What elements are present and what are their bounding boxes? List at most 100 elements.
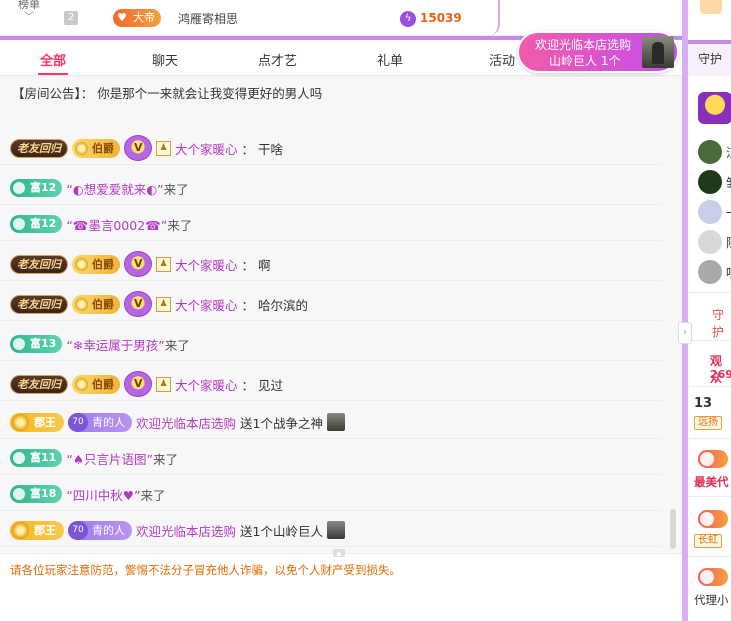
gift-giant-avatar (642, 36, 674, 68)
agent-label: 代理小 (694, 593, 729, 607)
message-separator: ： (241, 257, 255, 273)
chevron-down-icon[interactable]: ﹀ (24, 8, 34, 23)
fan-level-icon: ♟ (156, 256, 171, 272)
enter-suffix: 来了 (140, 487, 166, 503)
welcome-line-1: 欢迎光临本店选购 (535, 38, 632, 52)
message-username[interactable]: “四川中秋♥” (66, 488, 140, 503)
message-username[interactable]: 大个家暖心 (175, 295, 238, 314)
chat-message: 老友回归 伯爵 ♟ 大个家暖心 ： 干啥 (0, 129, 662, 165)
welcome-banner: 欢迎光临本店选购 山岭巨人 1个 (517, 31, 679, 73)
enter-message: 富13 “❄幸运属于男孩”来了 (0, 325, 662, 361)
vip-wing-icon (124, 371, 152, 397)
level-pill (698, 450, 728, 468)
level-pill (698, 568, 728, 586)
guard-name: 陳 (726, 234, 731, 251)
tab-events[interactable]: 活动 (489, 50, 515, 69)
leaderboard-username[interactable]: 鸿雁寄相思 (178, 10, 238, 27)
baron-badge: 伯爵 (72, 138, 120, 158)
enter-suffix: 来了 (164, 337, 190, 353)
divider (688, 386, 731, 387)
message-username[interactable]: 欢迎光临本店选购 (136, 413, 236, 432)
fan-club-badge: 70 青的人 (68, 520, 132, 540)
tab-chat[interactable]: 聊天 (152, 50, 178, 69)
chat-scrollbar[interactable] (670, 509, 676, 549)
active-tab-indicator (38, 73, 68, 75)
guard-tab[interactable]: 守护 (698, 50, 722, 67)
guard-star-badge (698, 92, 731, 124)
tab-talent[interactable]: 点才艺 (258, 50, 297, 69)
message-username[interactable]: “♠只言片语图” (66, 452, 153, 467)
fan-club-name: 青的人 (92, 415, 125, 429)
guard-name: 江 (726, 144, 731, 161)
divider (688, 556, 731, 557)
fan-club-badge: 70 青的人 (68, 412, 132, 432)
enter-message: 富11 “♠只言片语图”来了 (0, 439, 662, 475)
message-username[interactable]: 欢迎光临本店选购 (136, 521, 236, 540)
enter-message: 富12 “◐想爱爱就来◐”来了 (0, 169, 662, 205)
message-username[interactable]: 大个家暖心 (175, 139, 238, 158)
chat-feed[interactable]: 【房间公告】： 你是那个一来就会让我变得更好的男人吗 老友回归 伯爵 ♟ 大个家… (0, 77, 682, 553)
checkin-icon[interactable] (700, 0, 722, 14)
tab-all[interactable]: 全部 (40, 50, 66, 69)
gift-message: 郡王 70 青的人 欢迎光临本店选购 送1个战争之神 (0, 403, 662, 439)
welcome-line-2: 山岭巨人 1个 (549, 54, 621, 68)
message-separator: ： (241, 297, 255, 313)
tier-badge: 大帝 (113, 9, 161, 27)
user-tag: 长虹 (694, 534, 722, 548)
enter-message: 富18 “四川中秋♥”来了 (0, 475, 662, 511)
vip-wing-icon (124, 251, 152, 277)
collapse-arrow-icon[interactable]: ▲ (333, 549, 345, 557)
message-text: 见过 (258, 377, 284, 393)
message-text: 啊 (258, 257, 271, 273)
vip-wing-icon (124, 135, 152, 161)
tab-gift-list[interactable]: 礼单 (377, 50, 403, 69)
message-username[interactable]: “◐想爱爱就来◐” (66, 182, 163, 197)
lightning-icon: ϟ (400, 11, 416, 27)
vip-wing-icon (124, 291, 152, 317)
guard-avatar[interactable] (698, 140, 722, 164)
guard-proxy-link[interactable]: 守护 (712, 306, 731, 340)
room-notice: 【房间公告】： 你是那个一来就会让我变得更好的男人吗 (12, 83, 322, 102)
old-friend-badge: 老友回归 (10, 374, 68, 394)
wealth-badge: 富18 (10, 485, 63, 503)
room-notice-text: 你是那个一来就会让我变得更好的男人吗 (97, 86, 323, 101)
chat-message: 老友回归 伯爵 ♟ 大个家暖心 ： 啊 (0, 245, 662, 281)
chat-message: 老友回归 伯爵 ♟ 大个家暖心 ： 哈尔滨的 (0, 285, 662, 321)
king-badge: 郡王 (10, 412, 64, 432)
fan-club-name: 青的人 (92, 523, 125, 537)
gift-text: 送1个战争之神 (240, 415, 323, 431)
fan-club-level: 70 (68, 412, 88, 432)
fan-club-level: 70 (68, 520, 88, 540)
message-text: 干啥 (258, 141, 284, 157)
divider (688, 340, 731, 341)
message-username[interactable]: 大个家暖心 (175, 255, 238, 274)
guard-avatar[interactable] (698, 200, 722, 224)
level-pill (698, 510, 728, 528)
enter-message: 富12 “☎墨言0002☎”来了 (0, 205, 662, 241)
chat-message: 老友回归 伯爵 ♟ 大个家暖心 ： 见过 (0, 365, 662, 401)
wealth-badge: 富12 (10, 215, 63, 233)
baron-badge: 伯爵 (72, 374, 120, 394)
gift-message: 郡王 70 青的人 欢迎光临本店选购 送1个山岭巨人 (0, 511, 662, 547)
message-separator: ： (241, 377, 255, 393)
rank-level: 13 (694, 396, 713, 411)
guard-avatar[interactable] (698, 170, 722, 194)
old-friend-badge: 老友回归 (10, 138, 68, 158)
guard-avatar[interactable] (698, 230, 722, 254)
fan-level-icon: ♟ (156, 140, 171, 156)
enter-suffix: 来了 (163, 181, 189, 197)
leaderboard-score: 15039 (420, 11, 462, 25)
guard-avatar[interactable] (698, 260, 722, 284)
message-separator: ： (241, 141, 255, 157)
message-username[interactable]: 大个家暖心 (175, 375, 238, 394)
wealth-badge: 富12 (10, 179, 63, 197)
fan-level-icon: ♟ (156, 296, 171, 312)
gift-text: 送1个山岭巨人 (240, 523, 323, 539)
baron-badge: 伯爵 (72, 294, 120, 314)
strip-corner (488, 0, 500, 36)
message-username[interactable]: “☎墨言0002☎” (66, 218, 167, 233)
best-label: 最美代 (694, 475, 729, 489)
old-friend-badge: 老友回归 (10, 294, 68, 314)
message-text: 哈尔滨的 (258, 297, 309, 313)
message-username[interactable]: “❄幸运属于男孩” (66, 338, 164, 353)
